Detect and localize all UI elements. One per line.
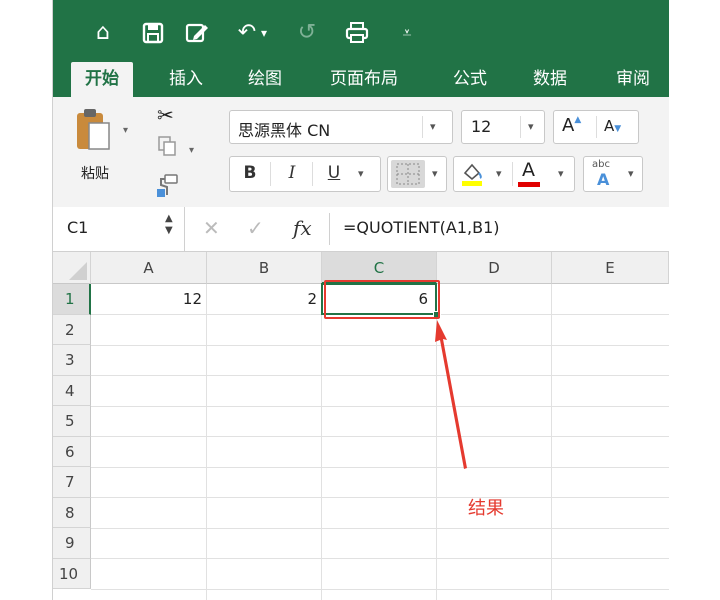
gridline bbox=[91, 375, 669, 376]
italic-button[interactable]: I bbox=[272, 157, 312, 191]
tab-review[interactable]: 审阅 bbox=[616, 62, 650, 97]
row-header-1[interactable]: 1 bbox=[53, 284, 91, 315]
row-header-8[interactable]: 8 bbox=[53, 497, 91, 528]
underline-dropdown-icon[interactable]: ▾ bbox=[358, 167, 364, 180]
gridline bbox=[91, 497, 669, 498]
name-box-value: C1 bbox=[67, 218, 89, 237]
row-header-3[interactable]: 3 bbox=[53, 345, 91, 376]
formula-input[interactable]: =QUOTIENT(A1,B1) bbox=[343, 218, 500, 237]
row-header-4[interactable]: 4 bbox=[53, 375, 91, 406]
gridline bbox=[91, 558, 669, 559]
gridline bbox=[321, 284, 322, 600]
annotation-highlight-box bbox=[324, 280, 440, 319]
redo-icon[interactable]: ↺ bbox=[293, 18, 321, 48]
column-header-a[interactable]: A bbox=[91, 252, 207, 284]
excel-window: ⌂ ↶ ▾ ↺ ⩡ 开始 插入 绘图 页面布局 公式 数据 审阅 ▾ 粘贴 ✂ … bbox=[52, 0, 669, 600]
font-color-dropdown-icon[interactable]: ▾ bbox=[558, 167, 564, 180]
tab-page-layout[interactable]: 页面布局 bbox=[330, 62, 398, 97]
paste-label: 粘贴 bbox=[81, 166, 109, 182]
font-style-group: B I U ▾ bbox=[229, 156, 381, 192]
column-header-e[interactable]: E bbox=[552, 252, 669, 284]
column-header-d[interactable]: D bbox=[437, 252, 552, 284]
format-painter-icon[interactable] bbox=[155, 173, 179, 203]
home-icon[interactable]: ⌂ bbox=[89, 18, 117, 48]
font-size-select[interactable]: 12 ▾ bbox=[461, 110, 545, 144]
annotation-arrow bbox=[435, 320, 467, 469]
phonetic-button[interactable]: abc A ▾ bbox=[583, 156, 643, 192]
fill-color-dropdown-icon[interactable]: ▾ bbox=[496, 167, 502, 180]
row-header-2[interactable]: 2 bbox=[53, 314, 91, 345]
underline-button[interactable]: U bbox=[314, 157, 354, 191]
clipboard-icon bbox=[77, 109, 110, 150]
gridline bbox=[206, 284, 207, 600]
undo-dropdown-icon[interactable]: ▾ bbox=[257, 18, 271, 48]
copy-icon[interactable] bbox=[157, 135, 179, 161]
gridline bbox=[91, 436, 669, 437]
edit-icon[interactable] bbox=[183, 18, 211, 48]
row-header-6[interactable]: 6 bbox=[53, 436, 91, 467]
row-header-5[interactable]: 5 bbox=[53, 406, 91, 437]
print-icon[interactable] bbox=[343, 18, 371, 48]
borders-button[interactable]: ▾ bbox=[387, 156, 447, 192]
gridline bbox=[91, 588, 669, 590]
gridline bbox=[91, 466, 669, 468]
tab-data[interactable]: 数据 bbox=[533, 62, 567, 97]
row-header-9[interactable]: 9 bbox=[53, 528, 91, 559]
paste-dropdown-icon[interactable]: ▾ bbox=[123, 125, 128, 136]
fill-color-icon[interactable] bbox=[460, 161, 484, 187]
font-name-select[interactable]: 思源黑体 CN ▾ bbox=[229, 110, 453, 144]
save-icon[interactable] bbox=[139, 18, 167, 48]
name-box[interactable]: C1 ▲ ▼ bbox=[53, 207, 185, 251]
cut-icon[interactable]: ✂ bbox=[157, 103, 174, 127]
phonetic-dropdown-icon: ▾ bbox=[628, 167, 634, 180]
color-group: ▾ A ▾ bbox=[453, 156, 575, 192]
annotation-label: 结果 bbox=[468, 498, 504, 519]
ribbon-home: ▾ 粘贴 ✂ ▾ 思源黑体 CN ▾ 12 ▾ A▲ A▼ B I U ▾ ▾ … bbox=[53, 97, 669, 208]
gridline bbox=[91, 527, 669, 529]
row-header-7[interactable]: 7 bbox=[53, 467, 91, 498]
font-grow-shrink-group: A▲ A▼ bbox=[553, 110, 639, 144]
copy-dropdown-icon[interactable]: ▾ bbox=[189, 145, 194, 156]
ribbon-header: ⌂ ↶ ▾ ↺ ⩡ 开始 插入 绘图 页面布局 公式 数据 审阅 bbox=[53, 0, 669, 97]
tab-insert[interactable]: 插入 bbox=[169, 62, 203, 97]
font-name-value: 思源黑体 CN bbox=[238, 121, 331, 140]
paste-button[interactable] bbox=[73, 107, 113, 155]
font-name-dropdown-icon: ▾ bbox=[430, 120, 436, 133]
borders-icon bbox=[396, 163, 420, 185]
phonetic-icon: abc bbox=[592, 159, 610, 170]
name-box-spinner-icon[interactable]: ▲ ▼ bbox=[165, 213, 173, 237]
select-all-corner[interactable] bbox=[53, 252, 91, 284]
font-size-dropdown-icon: ▾ bbox=[528, 120, 534, 133]
gridline bbox=[551, 284, 552, 600]
borders-dropdown-icon: ▾ bbox=[432, 167, 438, 180]
customize-icon[interactable]: ⩡ bbox=[393, 18, 421, 48]
insert-function-icon[interactable]: fx bbox=[293, 216, 312, 240]
cell-b1[interactable]: 2 bbox=[207, 284, 321, 314]
increase-font-size-icon[interactable]: A▲ bbox=[562, 115, 581, 136]
gridline bbox=[91, 405, 669, 407]
gridline bbox=[91, 344, 669, 346]
enter-icon[interactable]: ✓ bbox=[247, 216, 264, 240]
row-header-10[interactable]: 10 bbox=[53, 558, 91, 589]
tab-formulas[interactable]: 公式 bbox=[453, 62, 487, 97]
formula-bar: C1 ▲ ▼ ✕ ✓ fx =QUOTIENT(A1,B1) bbox=[53, 207, 669, 252]
column-header-b[interactable]: B bbox=[207, 252, 322, 284]
font-color-icon[interactable]: A bbox=[522, 159, 535, 181]
cancel-icon[interactable]: ✕ bbox=[203, 216, 220, 240]
tab-home[interactable]: 开始 bbox=[71, 62, 133, 97]
bold-button[interactable]: B bbox=[230, 157, 270, 191]
decrease-font-size-icon[interactable]: A▼ bbox=[604, 117, 621, 135]
cell-a1[interactable]: 12 bbox=[91, 284, 206, 314]
font-size-value: 12 bbox=[471, 117, 492, 136]
tab-draw[interactable]: 绘图 bbox=[248, 62, 282, 97]
